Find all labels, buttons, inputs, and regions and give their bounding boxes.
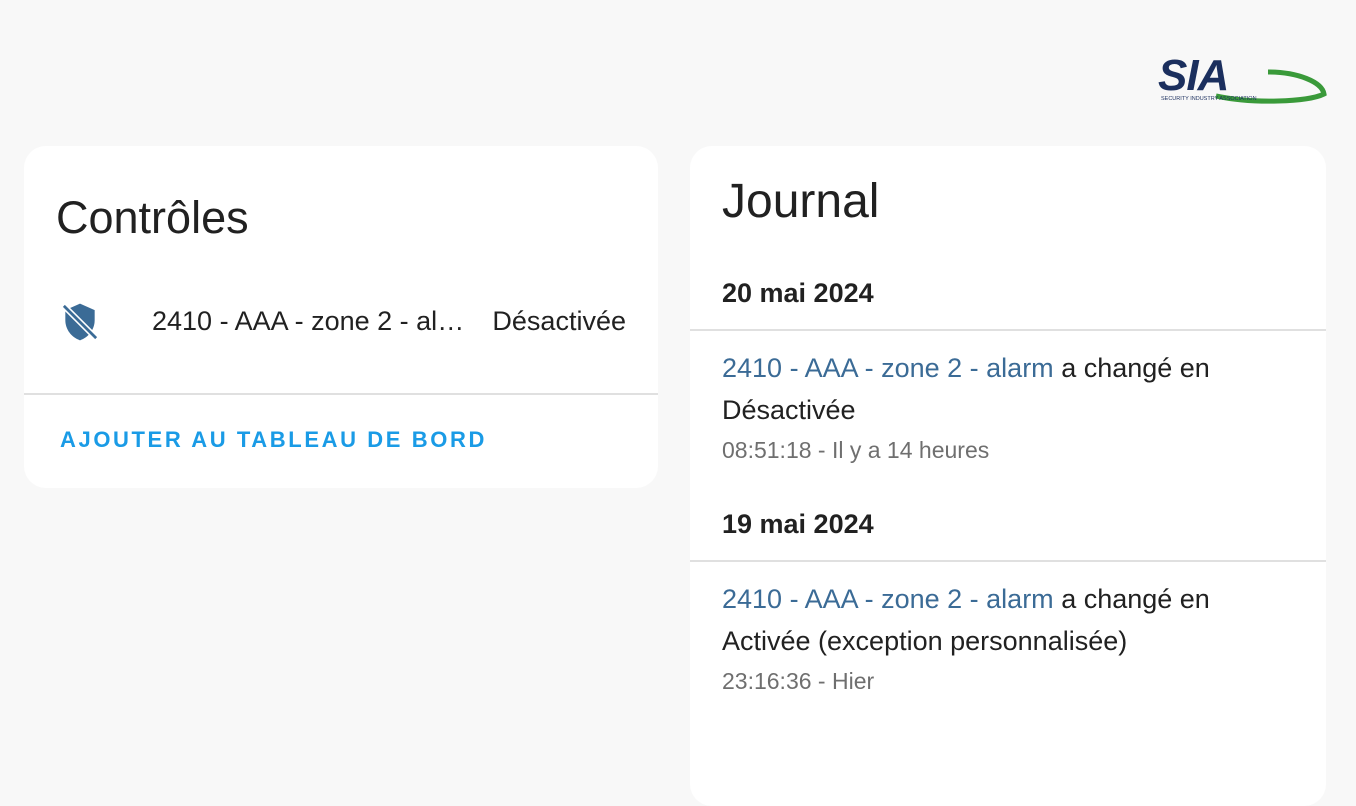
journal-date-header: 20 mai 2024 xyxy=(722,278,874,308)
journal-date-header: 19 mai 2024 xyxy=(722,509,874,539)
sia-logo: SIA SECURITY INDUSTRY ASSOCIATION xyxy=(1158,52,1327,104)
date-divider xyxy=(690,560,1326,562)
entity-row[interactable]: 2410 - AAA - zone 2 - alarm Désactivée xyxy=(24,294,658,354)
entry-state: Activée (exception personnalisée) xyxy=(722,626,1128,656)
shield-off-icon[interactable] xyxy=(58,300,102,344)
entry-time: 23:16:36 - Hier xyxy=(722,668,875,694)
entry-time: 08:51:18 - Il y a 14 heures xyxy=(722,437,990,463)
controls-title: Contrôles xyxy=(56,192,249,243)
entity-state: Désactivée xyxy=(492,306,626,336)
date-divider xyxy=(690,329,1326,331)
entry-message: 2410 - AAA - zone 2 - alarm a changé en … xyxy=(722,578,1302,662)
card-divider xyxy=(24,393,658,395)
journal-entry: 2410 - AAA - zone 2 - alarm a changé en … xyxy=(722,578,1302,695)
controls-card: Contrôles 2410 - AAA - zone 2 - alarm Dé… xyxy=(24,146,658,488)
entry-action: a changé en xyxy=(1053,584,1210,614)
entry-message: 2410 - AAA - zone 2 - alarm a changé en … xyxy=(722,347,1302,431)
entry-entity-link[interactable]: 2410 - AAA - zone 2 - alarm xyxy=(722,584,1054,614)
svg-text:SIA: SIA xyxy=(1158,52,1228,100)
journal-card: Journal 20 mai 2024 2410 - AAA - zone 2 … xyxy=(690,146,1326,806)
add-to-dashboard-button[interactable]: AJOUTER AU TABLEAU DE BORD xyxy=(60,426,487,454)
journal-entry: 2410 - AAA - zone 2 - alarm a changé en … xyxy=(722,347,1302,464)
svg-text:SECURITY INDUSTRY ASSOCIATION: SECURITY INDUSTRY ASSOCIATION xyxy=(1161,96,1257,102)
journal-title: Journal xyxy=(722,175,880,228)
entry-entity-link[interactable]: 2410 - AAA - zone 2 - alarm xyxy=(722,353,1054,383)
entry-action: a changé en xyxy=(1053,353,1210,383)
entry-state: Désactivée xyxy=(722,395,856,425)
entity-name[interactable]: 2410 - AAA - zone 2 - alarm xyxy=(152,304,466,338)
